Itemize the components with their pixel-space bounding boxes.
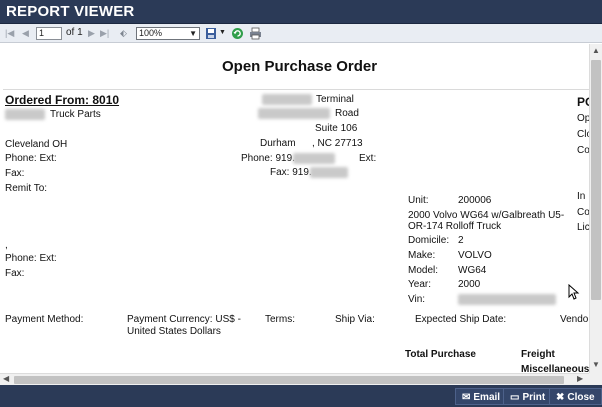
freight-label: Freight — [521, 349, 555, 360]
scroll-left-icon[interactable]: ◀ — [3, 374, 9, 383]
road-suffix: Road — [335, 108, 359, 119]
right-label-2: Clo — [577, 129, 589, 140]
remit-address: , — [5, 240, 8, 251]
payment-currency-line2: United States Dollars — [127, 326, 221, 337]
payment-currency-line1: Payment Currency: US$ - — [127, 314, 241, 325]
right-label-4: In : — [577, 191, 589, 202]
expected-ship-date-label: Expected Ship Date: — [415, 314, 507, 325]
next-page-icon[interactable]: ▶ — [88, 26, 95, 40]
terms-label: Terms: — [265, 314, 295, 325]
make-label: Make: — [408, 250, 436, 261]
model-label: Model: — [408, 265, 439, 276]
ship-phone: Phone: 919. — [241, 153, 295, 164]
ship-ext: Ext: — [359, 153, 377, 164]
vertical-scroll-thumb[interactable] — [591, 60, 601, 300]
model-value: WG64 — [458, 265, 487, 276]
page-number-input[interactable]: 1 — [36, 27, 62, 40]
zoom-value: 100% — [139, 28, 163, 38]
right-label-6: Lic — [577, 222, 589, 233]
terminal-suffix: Terminal — [316, 94, 354, 105]
back-icon[interactable]: ⬖ — [120, 26, 127, 40]
payment-method: Payment Method: — [5, 314, 84, 325]
redacted-terminal-name — [262, 94, 312, 105]
make-value: VOLVO — [458, 250, 492, 261]
close-icon: ✖ — [556, 392, 565, 403]
unit-label: Unit: — [408, 195, 429, 206]
prev-page-icon[interactable]: ◀ — [22, 26, 29, 40]
vendor-fax: Fax: — [5, 168, 25, 179]
ship-via-label: Ship Via: — [335, 314, 375, 325]
mouse-cursor-icon — [568, 284, 580, 300]
vendor-label: Vendor — [560, 314, 589, 325]
page-count-label: of 1 — [66, 27, 83, 38]
report-toolbar: |◀ ◀ 1 of 1 ▶ ▶| ⬖ 100% ▼ ▼ — [0, 24, 602, 43]
vertical-scrollbar[interactable]: ▲ ▼ — [589, 44, 602, 373]
close-button[interactable]: ✖ Close — [549, 388, 602, 405]
save-icon[interactable] — [205, 27, 218, 40]
domicile-label: Domicile: — [408, 235, 450, 246]
remit-to-label: Remit To: — [5, 183, 48, 194]
miscellaneous-label: Miscellaneous — [521, 364, 589, 373]
vendor-name-suffix: Truck Parts — [50, 109, 101, 120]
ship-state-zip: , NC 27713 — [312, 138, 363, 149]
close-button-label: Close — [567, 392, 595, 403]
divider — [3, 89, 589, 90]
zoom-select[interactable]: 100% ▼ — [136, 27, 200, 40]
year-value: 2000 — [458, 279, 481, 290]
redacted-phone — [293, 153, 335, 164]
ship-city: Durham — [260, 138, 296, 149]
po-heading: PO — [577, 95, 589, 109]
report-page: Open Purchase Order Ordered From: 8010 T… — [0, 44, 589, 373]
print-button[interactable]: ▭ Print — [503, 388, 553, 405]
right-label-3: Co — [577, 145, 589, 156]
envelope-icon: ✉ — [462, 392, 471, 403]
print-icon[interactable] — [249, 27, 262, 40]
print-button-label: Print — [522, 392, 546, 403]
scroll-down-icon[interactable]: ▼ — [592, 360, 600, 369]
redacted-vendor-name — [5, 109, 45, 120]
unit-desc-line1: 2000 Volvo WG64 w/Galbreath U5- — [408, 210, 565, 221]
ship-fax: Fax: 919. — [270, 167, 312, 178]
year-label: Year: — [408, 279, 431, 290]
redacted-vin — [458, 294, 556, 305]
window-title: REPORT VIEWER — [6, 3, 135, 20]
report-title: Open Purchase Order — [222, 58, 378, 75]
right-label-5: Co — [577, 207, 589, 218]
save-dropdown-icon[interactable]: ▼ — [219, 26, 226, 40]
vendor-phone: Phone: Ext: — [5, 153, 57, 164]
refresh-icon[interactable] — [231, 27, 244, 40]
scroll-up-icon[interactable]: ▲ — [592, 46, 600, 55]
domicile-value: 2 — [458, 235, 464, 246]
printer-icon: ▭ — [510, 392, 520, 403]
footer-bar: ✉ Email ▭ Print ✖ Close — [0, 385, 602, 407]
horizontal-scroll-thumb[interactable] — [14, 376, 564, 384]
vin-label: Vin: — [408, 294, 426, 305]
redacted-fax — [310, 167, 348, 178]
last-page-icon[interactable]: ▶| — [100, 26, 109, 40]
ordered-from-heading: Ordered From: 8010 — [5, 93, 120, 107]
total-purchase-label: Total Purchase — [405, 349, 476, 360]
unit-value: 200006 — [458, 195, 492, 206]
scroll-right-icon[interactable]: ▶ — [577, 374, 583, 383]
email-button[interactable]: ✉ Email — [455, 388, 508, 405]
ship-suite: Suite 106 — [315, 123, 358, 134]
right-label-1: Op — [577, 113, 589, 124]
redacted-street — [258, 108, 330, 119]
vendor-city: Cleveland OH — [5, 139, 68, 150]
email-button-label: Email — [473, 392, 501, 403]
horizontal-scrollbar[interactable]: ◀ ▶ — [0, 373, 589, 385]
first-page-icon[interactable]: |◀ — [5, 26, 14, 40]
scrollbar-corner — [589, 373, 602, 385]
remit-phone: Phone: Ext: — [5, 253, 57, 264]
chevron-down-icon: ▼ — [189, 29, 197, 38]
unit-desc-line2: OR-174 Rolloff Truck — [408, 221, 502, 232]
remit-fax: Fax: — [5, 268, 25, 279]
title-bar: REPORT VIEWER — [0, 0, 602, 24]
